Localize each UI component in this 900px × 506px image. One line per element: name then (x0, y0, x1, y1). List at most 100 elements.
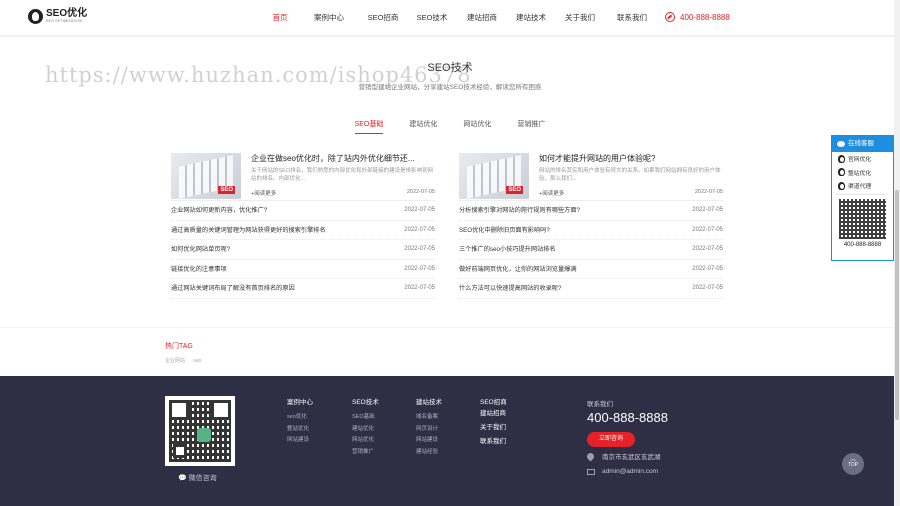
footer-link[interactable]: 营销推广 (352, 447, 379, 459)
footer-link[interactable]: 整站优化 (287, 424, 313, 436)
featured-article[interactable]: SEO 如何才能提升网站的用户体验呢? 网站的排名其实和用户体验有很大的关系。如… (459, 151, 723, 201)
list-item-date: 2022-07-05 (404, 265, 435, 272)
featured-article[interactable]: SEO 企业在做seo优化时，除了站内外优化细节还... 关于网站的SEO排名，… (171, 151, 435, 201)
footer-link[interactable]: 域名备案 (416, 412, 442, 424)
top-label: TOP (847, 462, 859, 468)
article-column-left: SEO 企业在做seo优化时，除了站内外优化细节还... 关于网站的SEO排名，… (171, 151, 435, 299)
service-title: 在线客服 (848, 140, 874, 147)
contact-email[interactable]: admin@admin.com (587, 468, 658, 475)
article-thumbnail[interactable]: SEO (459, 153, 529, 199)
footer-link[interactable]: 关于我们 (480, 421, 507, 435)
nav-item-cases[interactable]: 案例中心 (298, 0, 360, 36)
article-thumbnail[interactable]: SEO (171, 153, 241, 199)
list-item-title[interactable]: 通过高质量的关键词管理为网站获得更好的搜索引擎排名 (171, 221, 326, 241)
nav-item-contact[interactable]: 联系我们 (604, 0, 660, 36)
nav-item-site-tech[interactable]: 建站技术 (506, 0, 556, 36)
footer-column-title[interactable]: SEO招商 (480, 396, 507, 406)
list-item-title[interactable]: 分析搜索引擎对网站的爬行规则有哪些方面? (459, 201, 580, 221)
list-item-title[interactable]: 什么方法可以快速提高网站的收录呢? (459, 279, 561, 299)
wechat-qr-code (165, 396, 235, 466)
footer-link[interactable]: seo优化 (287, 412, 313, 424)
list-item[interactable]: 分析搜索引擎对网站的爬行规则有哪些方面? 2022-07-05 (459, 201, 723, 221)
category-tabs: SEO基础 建站优化 网站优化 营销推广 (0, 119, 900, 134)
qq-icon (838, 168, 845, 177)
wechat-label: 微信咨询 (188, 475, 217, 482)
mail-icon (587, 468, 595, 475)
email-text[interactable]: admin@admin.com (602, 468, 658, 475)
site-footer: 💬 微信咨询 案例中心 seo优化 整站优化 网站建设 SEO技术 SEO基础 … (0, 376, 900, 506)
site-header: SEO优化 SEO OPTIMIZATION 首页 案例中心 SEO招商 SEO… (0, 0, 900, 36)
footer-link[interactable]: 网站建设 (287, 435, 313, 447)
footer-link[interactable]: SEO基础 (352, 412, 379, 424)
footer-column-cases: 案例中心 seo优化 整站优化 网站建设 (287, 396, 313, 447)
tag-link[interactable]: seo (193, 358, 201, 364)
list-item[interactable]: 三个推广的seo小技巧提升网站排名 2022-07-05 (459, 240, 723, 260)
list-item[interactable]: 企业网站如何更新内容，优化推广? 2022-07-05 (171, 201, 435, 221)
logo-flame-icon (28, 9, 43, 24)
list-item-title[interactable]: 三个推广的seo小技巧提升网站排名 (459, 240, 556, 260)
list-item-title[interactable]: 通过网站关键词布局了解没有首页排名的原因 (171, 279, 295, 299)
footer-column-title[interactable]: SEO技术 (352, 396, 379, 406)
list-item[interactable]: SEO优化中删除旧页面有影响吗? 2022-07-05 (459, 221, 723, 241)
contact-phone[interactable]: 400-888-8888 (587, 410, 668, 425)
featured-date: 2022-07-05 (406, 189, 435, 195)
service-phone: 400-888-8888 (843, 241, 882, 248)
footer-link[interactable]: 联系我们 (480, 435, 507, 449)
list-item-title[interactable]: 链接优化的注意事项 (171, 260, 227, 280)
qq-icon (838, 181, 845, 190)
footer-column-title[interactable]: 建站技术 (416, 396, 442, 406)
featured-title[interactable]: 如何才能提升网站的用户体验呢? (539, 153, 723, 164)
footer-link[interactable]: 建站招商 (480, 407, 507, 421)
service-header[interactable]: 在线客服 (832, 136, 893, 152)
list-item[interactable]: 链接优化的注意事项 2022-07-05 (171, 260, 435, 280)
service-item-label: 官网优化 (848, 157, 872, 164)
footer-link[interactable]: 网页设计 (416, 424, 442, 436)
footer-link[interactable]: 建站经验 (416, 447, 442, 459)
footer-link[interactable]: 建站优化 (352, 424, 379, 436)
qq-icon (838, 154, 845, 163)
list-item[interactable]: 通过高质量的关键词管理为网站获得更好的搜索引擎排名 2022-07-05 (171, 221, 435, 241)
nav-item-site-invest[interactable]: 建站招商 (458, 0, 506, 36)
nav-item-home[interactable]: 首页 (262, 0, 298, 36)
tab-site-optimization[interactable]: 建站优化 (409, 119, 437, 134)
online-service-widget: 在线客服 官网优化 整站优化 渠道代理 400-888-8888 (831, 135, 894, 261)
page-scrollbar[interactable] (894, 0, 900, 506)
tab-website-optimization[interactable]: 网站优化 (463, 119, 491, 134)
article-column-right: SEO 如何才能提升网站的用户体验呢? 网站的排名其实和用户体验有很大的关系。如… (459, 151, 723, 299)
header-phone[interactable]: 400-888-8888 (665, 12, 730, 22)
list-item-title[interactable]: 如何优化网站单页呢? (171, 240, 230, 260)
qr-logo-icon (197, 428, 211, 442)
tab-marketing[interactable]: 营销推广 (517, 119, 545, 134)
service-item[interactable]: 整站优化 (832, 166, 893, 180)
list-item[interactable]: 做好前端网页优化，让你的网站浏览量爆满 2022-07-05 (459, 260, 723, 280)
tab-seo-basics[interactable]: SEO基础 (354, 119, 384, 134)
list-item[interactable]: 什么方法可以快速提高网站的收录呢? 2022-07-05 (459, 279, 723, 299)
contact-label: 联系我们 (587, 401, 613, 408)
tag-link[interactable]: 企业网站 (165, 358, 185, 364)
footer-column-title[interactable]: 案例中心 (287, 396, 313, 406)
back-to-top-button[interactable]: ︿ TOP (842, 453, 864, 475)
featured-title[interactable]: 企业在做seo优化时，除了站内外优化细节还... (251, 153, 435, 164)
site-logo[interactable]: SEO优化 SEO OPTIMIZATION (28, 9, 87, 24)
nav-item-seo-tech[interactable]: SEO技术 (406, 0, 458, 36)
list-item-date: 2022-07-05 (404, 207, 435, 213)
service-item[interactable]: 渠道代理 (832, 179, 893, 193)
scrollbar-thumb[interactable] (895, 190, 899, 420)
list-item[interactable]: 如何优化网站单页呢? 2022-07-05 (171, 240, 435, 260)
footer-link[interactable]: 网站建设 (416, 435, 442, 447)
chat-bubble-icon (837, 141, 845, 147)
nav-item-seo-invest[interactable]: SEO招商 (360, 0, 406, 36)
footer-link[interactable]: 网站优化 (352, 435, 379, 447)
list-item-title[interactable]: 做好前端网页优化，让你的网站浏览量爆满 (459, 260, 577, 280)
wechat-consult[interactable]: 💬 微信咨询 (178, 473, 217, 483)
read-more-link[interactable]: +阅读更多 (251, 189, 276, 197)
service-item[interactable]: 官网优化 (832, 152, 893, 166)
nav-item-about[interactable]: 关于我们 (556, 0, 604, 36)
watermark-url: https://www.huzhan.com/ishop46378 (45, 63, 472, 87)
list-item-title[interactable]: 企业网站如何更新内容，优化推广? (171, 201, 267, 221)
list-item-title[interactable]: SEO优化中删除旧页面有影响吗? (459, 221, 550, 241)
featured-date: 2022-07-05 (694, 189, 723, 195)
list-item[interactable]: 通过网站关键词布局了解没有首页排名的原因 2022-07-05 (171, 279, 435, 299)
read-more-link[interactable]: +阅读更多 (539, 189, 564, 197)
consult-button[interactable]: 立即咨询 (587, 432, 635, 447)
